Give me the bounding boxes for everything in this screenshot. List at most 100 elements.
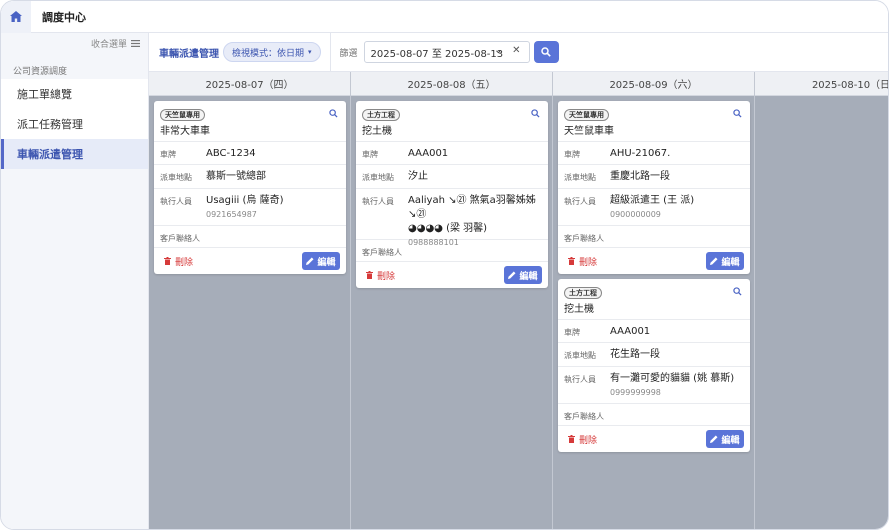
page-title: 車輛派遣管理 (159, 48, 219, 60)
view-mode-dropdown[interactable]: 檢視模式：依日期 ▾ (223, 42, 321, 62)
site-value: 汐止 (408, 171, 428, 182)
home-icon (10, 11, 22, 22)
category-tag: 天竺鼠專用 (564, 109, 609, 121)
vehicle-name: 非常大車車 (160, 126, 210, 137)
delete-button[interactable]: 刪除 (366, 269, 395, 282)
date-range-picker[interactable]: 2025-08-07 至 2025-08-13 ⌄ ✕ (363, 41, 530, 63)
search-icon[interactable] (329, 109, 338, 118)
vehicle-name: 天竺鼠車車 (564, 126, 614, 137)
dispatch-card[interactable]: 天竺鼠專用 天竺鼠車車 車牌 AHU-21067. 派車地點 重慶北路一段 執行… (558, 101, 750, 274)
sidebar-item-dispatch-tasks[interactable]: 派工任務管理 (1, 109, 148, 139)
operator-name: Aaliyah ↘㉑ 煞氣a羽馨姊姊 ↘㉑ (408, 195, 536, 220)
site-label: 派車地點 (362, 173, 394, 182)
schedule-board: 2025-08-07（四） 天竺鼠專用 非常大車車 車牌 ABC-1234 派車… (149, 72, 888, 529)
operator-block: Usagiii (烏 薩奇) 0921654987 (200, 189, 284, 225)
card-footer: 刪除 編輯 (558, 426, 750, 452)
operator-row: 執行人員 Usagiii (烏 薩奇) 0921654987 (154, 189, 346, 226)
site-row: 派車地點 重慶北路一段 (558, 165, 750, 189)
site-value: 重慶北路一段 (610, 171, 670, 182)
clear-icon[interactable]: ✕ (512, 45, 520, 56)
delete-button[interactable]: 刪除 (568, 433, 597, 446)
site-label: 派車地點 (160, 173, 192, 182)
sidebar-item-vehicle-dispatch[interactable]: 車輛派遣管理 (1, 139, 148, 169)
operator-name: Usagiii (烏 薩奇) (206, 195, 284, 206)
operator-label: 執行人員 (362, 197, 394, 206)
toolbar-divider (329, 32, 331, 72)
operator-block: 超級派遣王 (王 派) 0900000009 (604, 189, 694, 225)
view-mode-label: 檢視模式：依日期 (232, 48, 305, 59)
card-footer: 刪除 編輯 (154, 248, 346, 274)
operator-label: 執行人員 (564, 197, 596, 206)
vehicle-name: 挖土機 (564, 304, 594, 315)
edit-button[interactable]: 編輯 (504, 266, 542, 284)
delete-label: 刪除 (579, 435, 598, 446)
site-row: 派車地點 汐止 (356, 165, 548, 189)
edit-button[interactable]: 編輯 (302, 252, 340, 270)
pencil-icon (306, 257, 314, 265)
edit-button[interactable]: 編輯 (706, 252, 744, 270)
app-title: 調度中心 (42, 10, 86, 24)
plate-value: AAA001 (610, 326, 651, 337)
plate-label: 車牌 (362, 150, 378, 159)
category-tag: 土方工程 (362, 109, 400, 121)
contact-label: 客戶聯絡人 (160, 234, 200, 243)
card-footer: 刪除 編輯 (356, 262, 548, 288)
edit-label: 編輯 (721, 257, 740, 268)
plate-label: 車牌 (564, 328, 580, 337)
pencil-icon (710, 257, 718, 265)
operator-row: 執行人員 有一灘可愛的貓貓 (姚 慕斯) 0999999998 (558, 367, 750, 404)
plate-label: 車牌 (564, 150, 580, 159)
card-header: 土方工程 挖土機 (356, 101, 548, 142)
date-range-value: 2025-08-07 至 2025-08-13 (370, 48, 504, 60)
operator-phone: 0900000009 (610, 210, 661, 219)
day-column: 2025-08-08（五） 土方工程 挖土機 車牌 AAA001 派車地點 汐止… (351, 72, 553, 529)
sidebar-section-label: 公司資源調度 (13, 66, 68, 77)
day-column-header: 2025-08-08（五） (351, 72, 552, 96)
plate-label: 車牌 (160, 150, 176, 159)
sidebar-item-label: 車輛派遣管理 (17, 148, 83, 161)
day-column: 2025-08-10（日） (755, 72, 888, 529)
day-column: 2025-08-09（六） 天竺鼠專用 天竺鼠車車 車牌 AHU-21067. … (553, 72, 755, 529)
chevron-down-icon[interactable]: ⌄ (494, 45, 502, 56)
contact-label: 客戶聯絡人 (564, 412, 604, 421)
edit-label: 編輯 (519, 271, 538, 282)
day-column-header: 2025-08-09（六） (553, 72, 754, 96)
home-button[interactable] (1, 1, 31, 33)
operator-label: 執行人員 (564, 375, 596, 384)
dispatch-card[interactable]: 土方工程 挖土機 車牌 AAA001 派車地點 汐止 執行人員 Aaliyah … (356, 101, 548, 288)
edit-label: 編輯 (317, 257, 336, 268)
collapse-menu-button[interactable]: 收合選單 (1, 33, 148, 53)
collapse-menu-label: 收合選單 (90, 39, 127, 50)
operator-label: 執行人員 (160, 197, 192, 206)
operator-row: 執行人員 超級派遣王 (王 派) 0900000009 (558, 189, 750, 226)
card-header: 天竺鼠專用 天竺鼠車車 (558, 101, 750, 142)
site-row: 派車地點 花生路一段 (558, 343, 750, 367)
card-footer: 刪除 編輯 (558, 248, 750, 274)
caret-down-icon: ▾ (308, 48, 312, 56)
trash-icon (164, 257, 171, 265)
search-button[interactable] (533, 41, 559, 63)
site-label: 派車地點 (564, 173, 596, 182)
operator-name-line2: ◕◕◕◕ (梁 羽馨) (408, 223, 488, 234)
search-icon[interactable] (531, 109, 540, 118)
contact-row: 客戶聯絡人 (154, 226, 346, 248)
dispatch-card[interactable]: 土方工程 挖土機 車牌 AAA001 派車地點 花生路一段 執行人員 有一灘可愛… (558, 279, 750, 452)
delete-label: 刪除 (377, 271, 396, 282)
vehicle-name: 挖土機 (362, 126, 392, 137)
delete-button[interactable]: 刪除 (164, 255, 193, 268)
card-header: 天竺鼠專用 非常大車車 (154, 101, 346, 142)
delete-button[interactable]: 刪除 (568, 255, 597, 268)
sidebar-item-construction-overview[interactable]: 施工單總覽 (1, 79, 148, 109)
plate-value: AHU-21067. (610, 148, 671, 159)
operator-phone: 0999999998 (610, 388, 661, 397)
operator-name: 超級派遣王 (王 派) (610, 195, 695, 206)
dispatch-card[interactable]: 天竺鼠專用 非常大車車 車牌 ABC-1234 派車地點 慕斯一號總部 執行人員… (154, 101, 346, 274)
delete-label: 刪除 (175, 257, 194, 268)
menu-icon (131, 39, 140, 47)
search-icon[interactable] (733, 109, 742, 118)
search-icon[interactable] (733, 287, 742, 296)
category-tag: 天竺鼠專用 (160, 109, 205, 121)
plate-value: AAA001 (408, 148, 449, 159)
edit-button[interactable]: 編輯 (706, 430, 744, 448)
sidebar-item-label: 施工單總覽 (17, 88, 72, 101)
